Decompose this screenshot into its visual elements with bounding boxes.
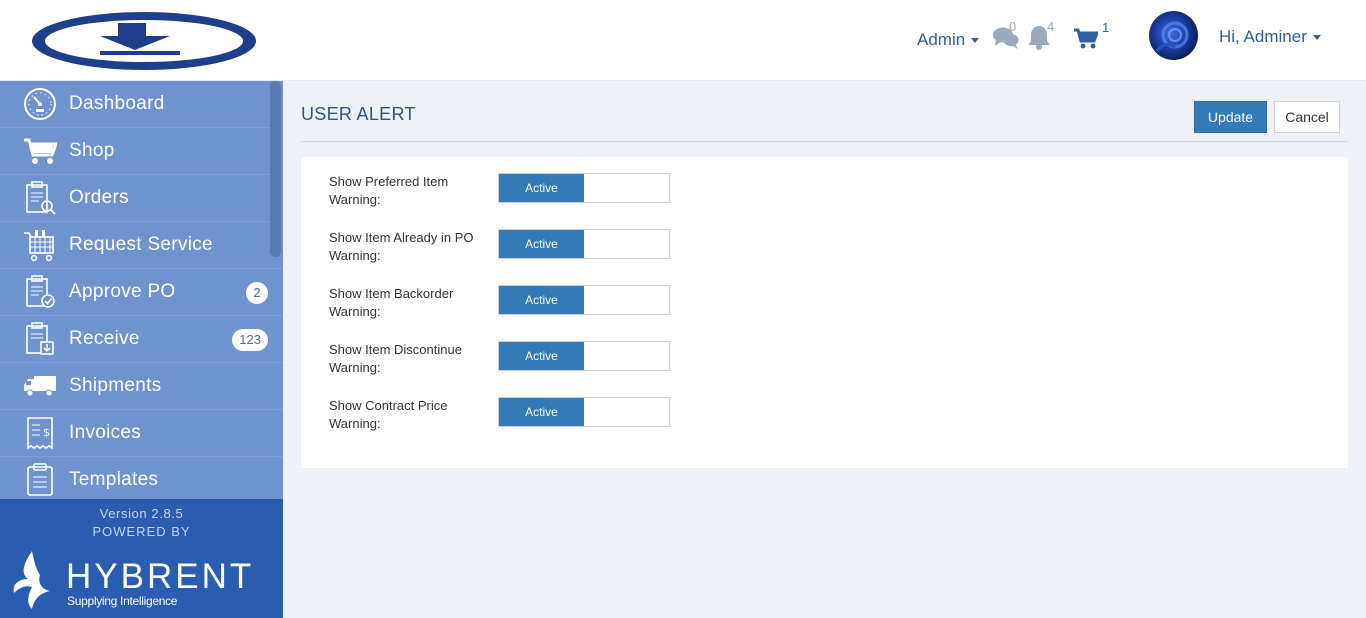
- user-greeting: Hi, Adminer: [1219, 27, 1307, 46]
- toggle-active-state: Active: [499, 342, 584, 370]
- cart-icon: [22, 133, 58, 169]
- setting-label: Show Item Already in PO Warning:: [329, 230, 474, 263]
- sidebar-item-shop[interactable]: Shop: [0, 128, 283, 175]
- toggle-active-state: Active: [499, 286, 584, 314]
- sidebar-item-dashboard[interactable]: Dashboard: [0, 81, 283, 128]
- sidebar-footer: Version 2.8.5 POWERED BY HYBRENT Supplyi…: [0, 499, 283, 618]
- sidebar-item-templates[interactable]: Templates: [0, 457, 283, 499]
- messages-count: 0: [1009, 19, 1017, 34]
- avatar-image: [1155, 21, 1189, 52]
- powered-by-label: POWERED BY: [92, 524, 191, 539]
- setting-label: Show Item Backorder Warning:: [329, 286, 454, 319]
- sidebar-item-label: Request Service: [69, 234, 213, 255]
- company-logo[interactable]: [30, 10, 258, 72]
- setting-label: Show Item Discontinue Warning:: [329, 342, 462, 375]
- toggle-active-state: Active: [499, 230, 584, 258]
- cancel-button[interactable]: Cancel: [1274, 101, 1340, 133]
- admin-menu[interactable]: Admin: [917, 30, 980, 50]
- sidebar-scrollbar[interactable]: [270, 81, 281, 257]
- approve-po-badge: 2: [246, 282, 268, 304]
- orders-icon: [22, 180, 58, 216]
- setting-row: Show Item Discontinue Warning: Active: [329, 341, 729, 397]
- title-divider: [301, 141, 1348, 142]
- sidebar-item-shipments[interactable]: Shipments: [0, 363, 283, 410]
- preferred-item-warning-toggle[interactable]: Active: [498, 173, 670, 203]
- sidebar-item-label: Shop: [69, 140, 115, 161]
- page-title: USER ALERT: [301, 104, 416, 124]
- settings-panel: Show Preferred Item Warning: Active Show…: [301, 157, 1348, 468]
- sidebar-item-label: Templates: [69, 469, 159, 490]
- sidebar-item-label: Receive: [69, 328, 140, 349]
- app-version: Version 2.8.5: [99, 506, 184, 521]
- hybrent-logo-icon: [13, 551, 50, 609]
- sidebar-item-receive[interactable]: Receive 123: [0, 316, 283, 363]
- top-header: Admin 0 4 1 Hi, Adminer: [0, 0, 1366, 81]
- setting-row: Show Item Already in PO Warning: Active: [329, 229, 729, 285]
- sidebar: Dashboard Shop Orders Request Service Ap…: [0, 81, 283, 499]
- receive-badge: 123: [232, 329, 268, 351]
- setting-label: Show Contract Price Warning:: [329, 398, 448, 431]
- toggle-inactive-side: [584, 174, 669, 202]
- sidebar-item-request-service[interactable]: Request Service: [0, 222, 283, 269]
- dashboard-icon: [22, 86, 58, 122]
- toggle-inactive-side: [584, 398, 669, 426]
- sidebar-item-label: Shipments: [69, 375, 162, 396]
- approve-icon: [22, 274, 58, 310]
- setting-label: Show Preferred Item Warning:: [329, 174, 449, 207]
- update-button[interactable]: Update: [1194, 101, 1267, 133]
- toggle-inactive-side: [584, 230, 669, 258]
- cart-icon[interactable]: [1074, 28, 1098, 49]
- toggle-active-state: Active: [499, 398, 584, 426]
- admin-menu-label: Admin: [917, 30, 966, 49]
- sidebar-item-label: Orders: [69, 187, 129, 208]
- brand-name: HYBRENT: [66, 557, 255, 596]
- sidebar-item-label: Approve PO: [69, 281, 176, 302]
- brand-tagline: Supplying Intelligence: [67, 594, 178, 608]
- item-discontinue-warning-toggle[interactable]: Active: [498, 341, 670, 371]
- avatar[interactable]: [1149, 11, 1198, 60]
- item-backorder-warning-toggle[interactable]: Active: [498, 285, 670, 315]
- sidebar-item-invoices[interactable]: $ Invoices: [0, 410, 283, 457]
- invoice-icon: $: [22, 415, 58, 451]
- setting-row: Show Item Backorder Warning: Active: [329, 285, 729, 341]
- chevron-down-icon: [1312, 34, 1321, 40]
- sidebar-item-label: Invoices: [69, 422, 142, 443]
- sidebar-item-label: Dashboard: [69, 93, 165, 114]
- user-menu[interactable]: Hi, Adminer: [1219, 27, 1321, 47]
- item-already-in-po-warning-toggle[interactable]: Active: [498, 229, 670, 259]
- toggle-inactive-side: [584, 342, 669, 370]
- request-service-icon: [22, 227, 58, 263]
- notifications-count: 4: [1047, 19, 1055, 34]
- sidebar-item-orders[interactable]: Orders: [0, 175, 283, 222]
- setting-row: Show Preferred Item Warning: Active: [329, 173, 729, 229]
- svg-text:$: $: [43, 426, 50, 439]
- setting-row: Show Contract Price Warning: Active: [329, 397, 729, 453]
- toggle-active-state: Active: [499, 174, 584, 202]
- chevron-down-icon: [971, 37, 980, 43]
- sidebar-item-approve-po[interactable]: Approve PO 2: [0, 269, 283, 316]
- toggle-inactive-side: [584, 286, 669, 314]
- contract-price-warning-toggle[interactable]: Active: [498, 397, 670, 427]
- truck-icon: [22, 368, 58, 404]
- receive-icon: [22, 321, 58, 357]
- cart-count: 1: [1102, 20, 1110, 35]
- clipboard-icon: [22, 462, 58, 498]
